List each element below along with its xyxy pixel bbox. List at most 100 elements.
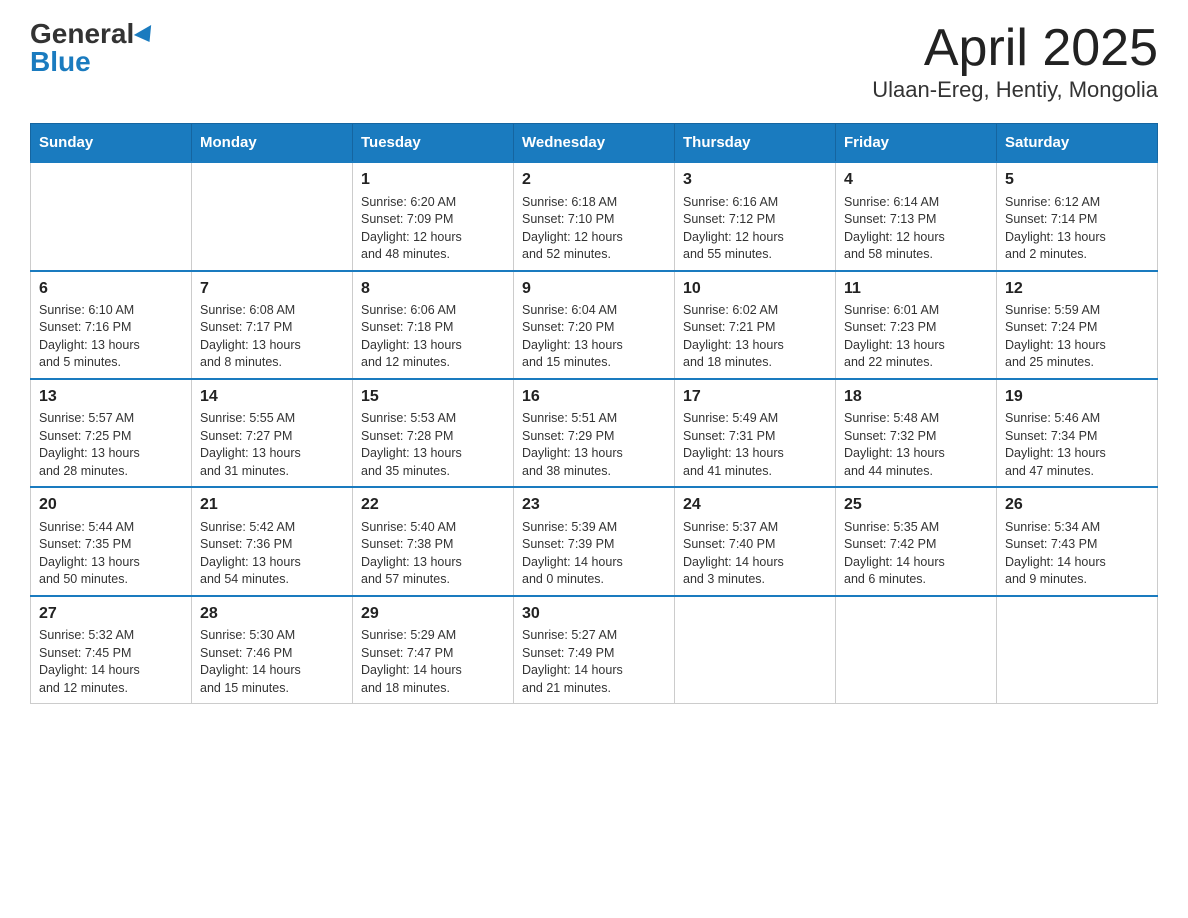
- column-header-sunday: Sunday: [31, 124, 192, 163]
- calendar-cell: 20Sunrise: 5:44 AM Sunset: 7:35 PM Dayli…: [31, 487, 192, 595]
- month-title: April 2025: [872, 20, 1158, 77]
- day-info: Sunrise: 5:35 AM Sunset: 7:42 PM Dayligh…: [844, 519, 988, 589]
- day-info: Sunrise: 5:30 AM Sunset: 7:46 PM Dayligh…: [200, 627, 344, 697]
- day-number: 26: [1005, 494, 1149, 516]
- calendar-cell: [836, 596, 997, 704]
- day-info: Sunrise: 5:37 AM Sunset: 7:40 PM Dayligh…: [683, 519, 827, 589]
- day-number: 28: [200, 603, 344, 625]
- day-number: 29: [361, 603, 505, 625]
- calendar-cell: 2 Sunrise: 6:18 AM Sunset: 7:10 PM Daylig…: [514, 162, 675, 270]
- logo-triangle-icon: [134, 25, 158, 47]
- calendar-cell: [31, 162, 192, 270]
- calendar-cell: 12Sunrise: 5:59 AM Sunset: 7:24 PM Dayli…: [997, 271, 1158, 379]
- day-info: Sunrise: 5:51 AM Sunset: 7:29 PM Dayligh…: [522, 410, 666, 480]
- calendar-cell: 29Sunrise: 5:29 AM Sunset: 7:47 PM Dayli…: [353, 596, 514, 704]
- calendar-cell: 6Sunrise: 6:10 AM Sunset: 7:16 PM Daylig…: [31, 271, 192, 379]
- day-number: 22: [361, 494, 505, 516]
- week-row-3: 13Sunrise: 5:57 AM Sunset: 7:25 PM Dayli…: [31, 379, 1158, 487]
- week-row-1: 1 Sunrise: 6:20 AM Sunset: 7:09 PM Daylig…: [31, 162, 1158, 270]
- column-header-friday: Friday: [836, 124, 997, 163]
- day-info: Sunrise: 6:18 AM Sunset: 7:10 PM Dayligh…: [522, 194, 666, 264]
- calendar-cell: 18Sunrise: 5:48 AM Sunset: 7:32 PM Dayli…: [836, 379, 997, 487]
- column-header-monday: Monday: [192, 124, 353, 163]
- location-title: Ulaan-Ereg, Hentiy, Mongolia: [872, 77, 1158, 103]
- calendar-cell: 1 Sunrise: 6:20 AM Sunset: 7:09 PM Daylig…: [353, 162, 514, 270]
- day-number: 6: [39, 278, 183, 300]
- day-number: 18: [844, 386, 988, 408]
- day-info: Sunrise: 6:14 AM Sunset: 7:13 PM Dayligh…: [844, 194, 988, 264]
- day-number: 24: [683, 494, 827, 516]
- calendar-cell: 8Sunrise: 6:06 AM Sunset: 7:18 PM Daylig…: [353, 271, 514, 379]
- calendar-cell: 21 Sunrise: 5:42 AM Sunset: 7:36 PM Dayli…: [192, 487, 353, 595]
- day-number: 11: [844, 278, 988, 300]
- day-info: Sunrise: 5:55 AM Sunset: 7:27 PM Dayligh…: [200, 410, 344, 480]
- day-number: 15: [361, 386, 505, 408]
- day-info: Sunrise: 6:02 AM Sunset: 7:21 PM Dayligh…: [683, 302, 827, 372]
- day-info: Sunrise: 5:42 AM Sunset: 7:36 PM Dayligh…: [200, 519, 344, 589]
- calendar-cell: 5 Sunrise: 6:12 AM Sunset: 7:14 PM Daylig…: [997, 162, 1158, 270]
- day-number: 10: [683, 278, 827, 300]
- day-number: 30: [522, 603, 666, 625]
- calendar-cell: 22 Sunrise: 5:40 AM Sunset: 7:38 PM Dayli…: [353, 487, 514, 595]
- calendar-cell: 4 Sunrise: 6:14 AM Sunset: 7:13 PM Daylig…: [836, 162, 997, 270]
- day-number: 19: [1005, 386, 1149, 408]
- logo-general: General: [30, 20, 156, 48]
- calendar-cell: 23Sunrise: 5:39 AM Sunset: 7:39 PM Dayli…: [514, 487, 675, 595]
- column-header-tuesday: Tuesday: [353, 124, 514, 163]
- column-header-thursday: Thursday: [675, 124, 836, 163]
- calendar-cell: 24 Sunrise: 5:37 AM Sunset: 7:40 PM Dayli…: [675, 487, 836, 595]
- calendar-cell: 13Sunrise: 5:57 AM Sunset: 7:25 PM Dayli…: [31, 379, 192, 487]
- calendar-cell: [192, 162, 353, 270]
- day-number: 27: [39, 603, 183, 625]
- calendar-cell: [675, 596, 836, 704]
- day-info: Sunrise: 5:48 AM Sunset: 7:32 PM Dayligh…: [844, 410, 988, 480]
- page-header: General Blue April 2025 Ulaan-Ereg, Hent…: [30, 20, 1158, 103]
- calendar-cell: 27Sunrise: 5:32 AM Sunset: 7:45 PM Dayli…: [31, 596, 192, 704]
- day-info: Sunrise: 6:06 AM Sunset: 7:18 PM Dayligh…: [361, 302, 505, 372]
- day-info: Sunrise: 6:08 AM Sunset: 7:17 PM Dayligh…: [200, 302, 344, 372]
- day-info: Sunrise: 5:46 AM Sunset: 7:34 PM Dayligh…: [1005, 410, 1149, 480]
- column-header-saturday: Saturday: [997, 124, 1158, 163]
- day-number: 7: [200, 278, 344, 300]
- day-number: 20: [39, 494, 183, 516]
- calendar-cell: 14Sunrise: 5:55 AM Sunset: 7:27 PM Dayli…: [192, 379, 353, 487]
- day-number: 23: [522, 494, 666, 516]
- day-info: Sunrise: 5:34 AM Sunset: 7:43 PM Dayligh…: [1005, 519, 1149, 589]
- day-number: 5: [1005, 169, 1149, 191]
- day-number: 12: [1005, 278, 1149, 300]
- calendar-cell: 15Sunrise: 5:53 AM Sunset: 7:28 PM Dayli…: [353, 379, 514, 487]
- calendar-cell: 9Sunrise: 6:04 AM Sunset: 7:20 PM Daylig…: [514, 271, 675, 379]
- day-info: Sunrise: 5:29 AM Sunset: 7:47 PM Dayligh…: [361, 627, 505, 697]
- day-number: 4: [844, 169, 988, 191]
- week-row-4: 20Sunrise: 5:44 AM Sunset: 7:35 PM Dayli…: [31, 487, 1158, 595]
- day-info: Sunrise: 6:01 AM Sunset: 7:23 PM Dayligh…: [844, 302, 988, 372]
- calendar-cell: 7Sunrise: 6:08 AM Sunset: 7:17 PM Daylig…: [192, 271, 353, 379]
- logo: General Blue: [30, 20, 156, 76]
- calendar-cell: 17Sunrise: 5:49 AM Sunset: 7:31 PM Dayli…: [675, 379, 836, 487]
- day-number: 16: [522, 386, 666, 408]
- calendar-table: SundayMondayTuesdayWednesdayThursdayFrid…: [30, 123, 1158, 704]
- day-number: 21: [200, 494, 344, 516]
- day-number: 3: [683, 169, 827, 191]
- calendar-cell: [997, 596, 1158, 704]
- day-number: 9: [522, 278, 666, 300]
- title-section: April 2025 Ulaan-Ereg, Hentiy, Mongolia: [872, 20, 1158, 103]
- calendar-header-row: SundayMondayTuesdayWednesdayThursdayFrid…: [31, 124, 1158, 163]
- calendar-cell: 26 Sunrise: 5:34 AM Sunset: 7:43 PM Dayli…: [997, 487, 1158, 595]
- day-info: Sunrise: 5:40 AM Sunset: 7:38 PM Dayligh…: [361, 519, 505, 589]
- day-info: Sunrise: 5:27 AM Sunset: 7:49 PM Dayligh…: [522, 627, 666, 697]
- day-number: 2: [522, 169, 666, 191]
- day-number: 14: [200, 386, 344, 408]
- calendar-cell: 11Sunrise: 6:01 AM Sunset: 7:23 PM Dayli…: [836, 271, 997, 379]
- calendar-cell: 19Sunrise: 5:46 AM Sunset: 7:34 PM Dayli…: [997, 379, 1158, 487]
- day-info: Sunrise: 6:10 AM Sunset: 7:16 PM Dayligh…: [39, 302, 183, 372]
- column-header-wednesday: Wednesday: [514, 124, 675, 163]
- day-number: 17: [683, 386, 827, 408]
- week-row-2: 6Sunrise: 6:10 AM Sunset: 7:16 PM Daylig…: [31, 271, 1158, 379]
- day-number: 8: [361, 278, 505, 300]
- day-info: Sunrise: 5:59 AM Sunset: 7:24 PM Dayligh…: [1005, 302, 1149, 372]
- day-info: Sunrise: 6:20 AM Sunset: 7:09 PM Dayligh…: [361, 194, 505, 264]
- day-number: 1: [361, 169, 505, 191]
- calendar-cell: 25Sunrise: 5:35 AM Sunset: 7:42 PM Dayli…: [836, 487, 997, 595]
- day-info: Sunrise: 6:12 AM Sunset: 7:14 PM Dayligh…: [1005, 194, 1149, 264]
